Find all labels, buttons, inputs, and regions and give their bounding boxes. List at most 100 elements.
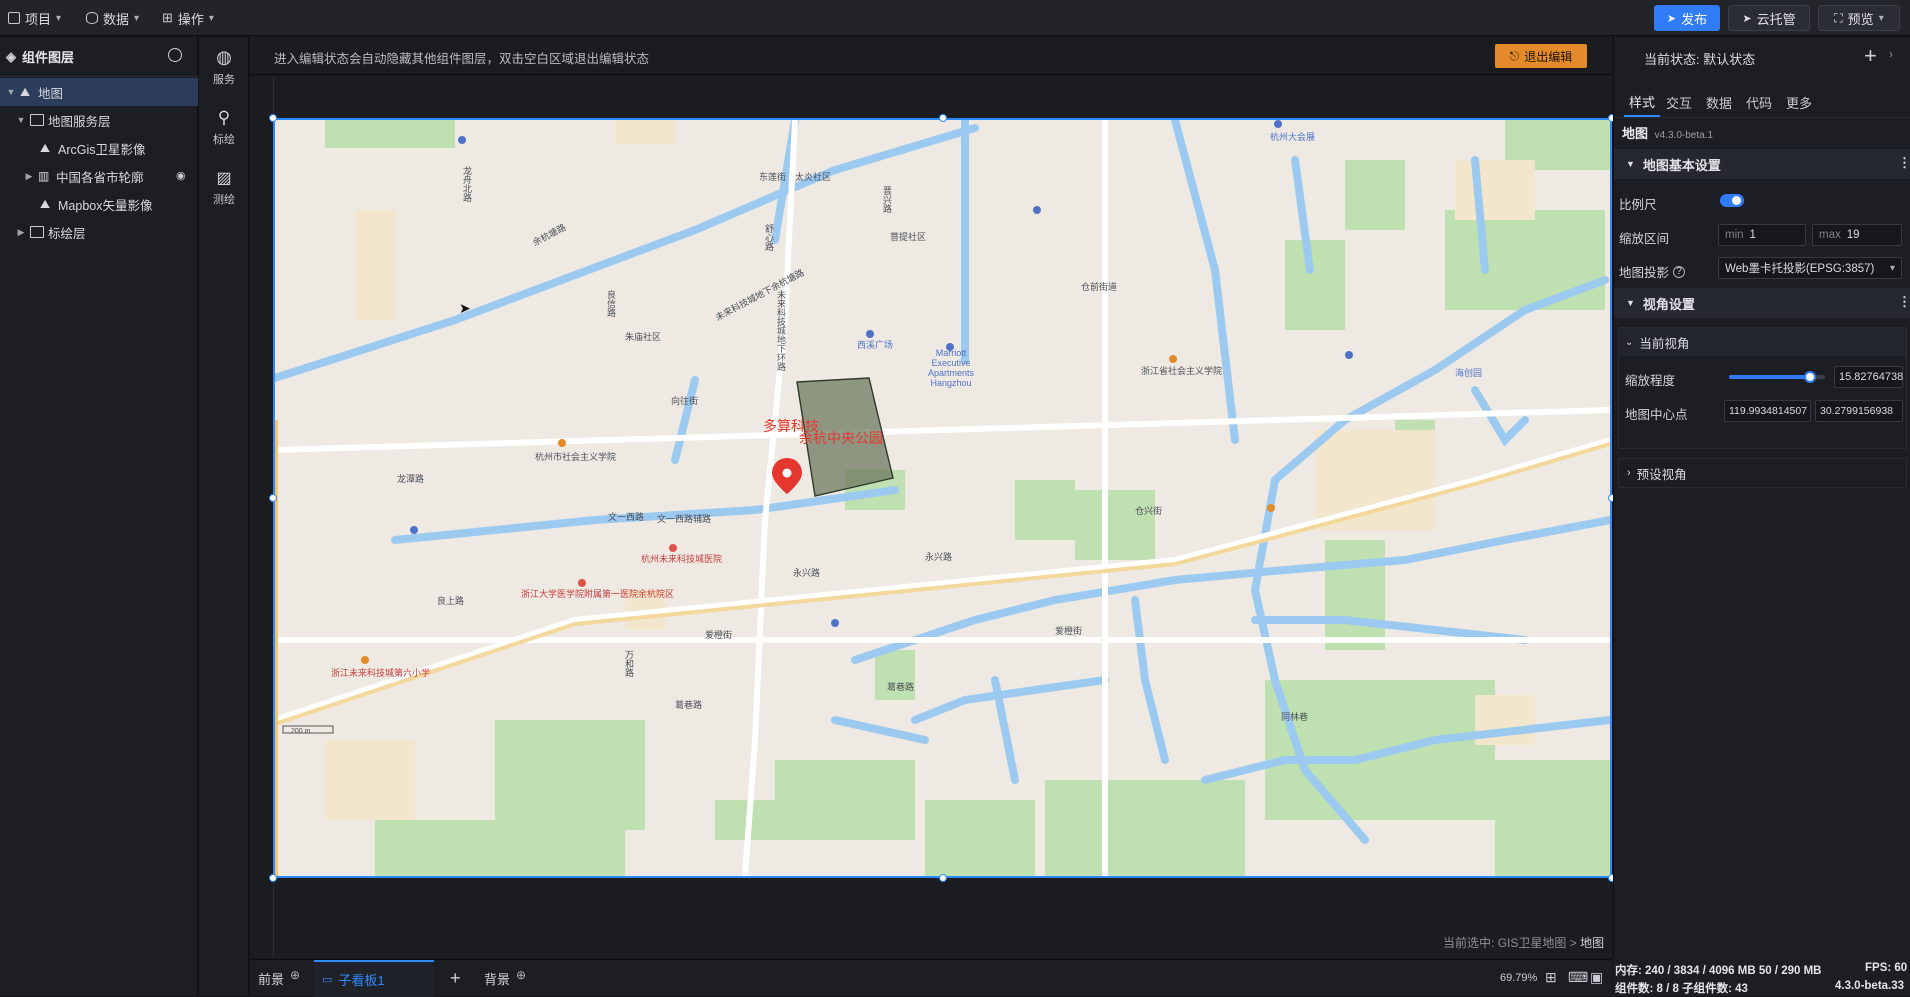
edit-notice-bar: 进入编辑状态会自动隐藏其他组件图层，双击空白区域退出编辑状态 ⎋ 退出编辑 (250, 37, 1612, 75)
breadcrumb-path[interactable]: GIS卫星地图 (1498, 936, 1567, 950)
component-name: 地图 (1622, 126, 1649, 141)
current-view-header[interactable]: ⌄ 当前视角 (1619, 328, 1906, 356)
current-state[interactable]: 当前状态: 默认状态 (1644, 49, 1755, 68)
monitor-icon: ▭ (322, 974, 333, 986)
strip-measure[interactable]: ▨ 测绘 (199, 161, 249, 213)
zoom-level-label: 缩放程度 (1625, 374, 1676, 388)
tab-code[interactable]: 代码 (1746, 87, 1772, 117)
cloud-hosting-label: 云托管 (1756, 11, 1796, 27)
search-icon[interactable] (168, 48, 182, 62)
map-label: 万和路 (624, 650, 634, 677)
map-icon: ⛰ (40, 141, 51, 155)
menu-project[interactable]: 项目 ▾ (8, 7, 61, 29)
chevron-right-icon[interactable]: › (1889, 47, 1893, 61)
tab-more[interactable]: 更多 (1786, 87, 1812, 117)
map-label: 永兴路 (925, 552, 953, 562)
layer-item-arcgis[interactable]: ⛰ ArcGis卫星影像 (0, 134, 198, 162)
zoom-level-input[interactable]: 15.82764738 (1834, 366, 1903, 388)
map-label: 文一西路 (608, 512, 645, 522)
tab-background[interactable]: 背景 ⊕ (484, 960, 526, 997)
map-label: 良上路 (437, 596, 465, 606)
section-basic-settings[interactable]: ▼ 地图基本设置 ⋮ (1614, 149, 1910, 179)
scale-label: 比例尺 (1619, 198, 1657, 212)
add-circle-icon[interactable]: ⊕ (516, 968, 526, 982)
layer-item-china-outline[interactable]: ▶ ▥ 中国各省市轮廓 ◉ (0, 162, 198, 190)
resize-handle[interactable] (269, 494, 277, 502)
map-scale-label: 200 m (291, 728, 311, 735)
layer-item-mapbox[interactable]: ⛰ Mapbox矢量影像 (0, 190, 198, 218)
center-lng-input[interactable]: 119.9934814507 (1724, 400, 1811, 422)
resize-handle[interactable] (939, 114, 947, 122)
layer-panel-header: ◈ 组件图层 (0, 37, 198, 77)
zoom-slider-track[interactable] (1729, 371, 1825, 383)
fit-screen-icon[interactable]: ⊞ (1545, 969, 1557, 986)
toggle-knob (1732, 196, 1741, 205)
add-state-icon[interactable]: + (1864, 43, 1877, 69)
canvas-zoom-level[interactable]: 69.79% (1500, 972, 1537, 984)
eye-hidden-icon[interactable]: ◉ (176, 169, 186, 182)
scale-toggle[interactable] (1720, 194, 1744, 207)
current-view-title: 当前视角 (1639, 336, 1690, 351)
tab-label: 交互 (1666, 95, 1693, 111)
map-label: 向往街 (671, 396, 699, 406)
map-label: 葛巷路 (887, 682, 915, 692)
map-label: 浙江未来科技城第六小学 (331, 668, 431, 678)
min-prefix: min (1725, 229, 1744, 241)
map-label: 太炎社区 (795, 172, 832, 182)
layer-item-label: 地图 (38, 86, 64, 101)
zoom-min-input[interactable]: min 1 (1718, 224, 1806, 246)
breadcrumb-sep: > (1569, 936, 1577, 950)
strip-plot[interactable]: ⚲ 标绘 (199, 101, 249, 153)
preview-button[interactable]: ⛶ 预览 ▾ (1818, 5, 1900, 31)
keyboard-icon[interactable]: ⌨ (1568, 969, 1588, 986)
zoom-slider-fill (1729, 375, 1810, 379)
terminal-icon[interactable]: ▣ (1590, 969, 1603, 986)
state-value: 默认状态 (1703, 52, 1756, 67)
send-icon: ➤ (1742, 12, 1752, 25)
tab-interaction[interactable]: 交互 (1666, 87, 1692, 117)
zoom-slider-knob[interactable] (1803, 371, 1816, 383)
top-toolbar: 项目 ▾ 数据 ▾ ⊞ 操作 ▾ ➤ 发布 ➤ 云托管 ⛶ 预览 ▾ (0, 0, 1910, 36)
projection-value: Web墨卡托投影(EPSG:3857) (1725, 263, 1875, 275)
zoom-max-input[interactable]: max 19 (1812, 224, 1902, 246)
fps-status: FPS: 60 (1865, 962, 1908, 974)
tab-style[interactable]: 样式 (1624, 87, 1660, 117)
publish-button[interactable]: ➤ 发布 (1654, 5, 1720, 31)
center-lat-input[interactable]: 30.2799156938 (1815, 400, 1903, 422)
caret-down-icon: ▼ (1626, 298, 1635, 308)
more-vertical-icon[interactable]: ⋮ (1898, 155, 1910, 171)
menu-data[interactable]: 数据 ▾ (86, 7, 139, 29)
exit-edit-button[interactable]: ⎋ 退出编辑 (1495, 44, 1587, 68)
measure-icon: ▨ (216, 169, 232, 187)
add-circle-icon[interactable]: ⊕ (290, 968, 300, 982)
tab-data[interactable]: 数据 (1706, 87, 1732, 117)
resize-handle[interactable] (939, 874, 947, 882)
tab-label: 样式 (1628, 94, 1655, 110)
layer-item-map-service[interactable]: ▼ 地图服务层 (0, 106, 198, 134)
resize-handle[interactable] (269, 874, 277, 882)
chevron-down-icon: ▾ (1889, 262, 1895, 274)
max-prefix: max (1819, 229, 1841, 241)
projection-select[interactable]: Web墨卡托投影(EPSG:3857) ▾ (1718, 257, 1902, 279)
tab-subboard-1[interactable]: ▭ 子看板1 (314, 960, 434, 997)
strip-label: 标绘 (213, 133, 235, 146)
tab-foreground[interactable]: 前景 ⊕ (258, 960, 300, 997)
map-label: 龙舟北路 (462, 166, 472, 202)
version-status: 4.3.0-beta.33 (1835, 980, 1905, 992)
resize-handle[interactable] (269, 114, 277, 122)
strip-service[interactable]: ◍ 服务 (199, 41, 249, 93)
add-board-button[interactable]: + (450, 960, 461, 997)
map-label: 仓前街道 (1081, 282, 1118, 292)
cloud-hosting-button[interactable]: ➤ 云托管 (1728, 5, 1810, 31)
more-vertical-icon[interactable]: ⋮ (1898, 294, 1910, 310)
layer-item-map[interactable]: ▼ ⛰ 地图 (0, 78, 198, 106)
layer-item-plot[interactable]: ▶ 标绘层 (0, 218, 198, 246)
map-label: 菩提社区 (890, 232, 927, 242)
section-view-settings[interactable]: ▼ 视角设置 ⋮ (1614, 288, 1910, 318)
map-label: 晋兴路 (882, 186, 892, 213)
menu-operation[interactable]: ⊞ 操作 ▾ (162, 7, 214, 29)
help-icon[interactable]: ? (1673, 265, 1686, 278)
preset-view-header[interactable]: › 预设视角 (1618, 458, 1907, 488)
map-component[interactable]: 龙舟北路 杭州大会展 东莲街 太炎社区 晋兴路 余杭塘路 舒心路 菩提社区 未来… (273, 118, 1612, 878)
zoom-range-label: 缩放区间 (1619, 232, 1670, 246)
